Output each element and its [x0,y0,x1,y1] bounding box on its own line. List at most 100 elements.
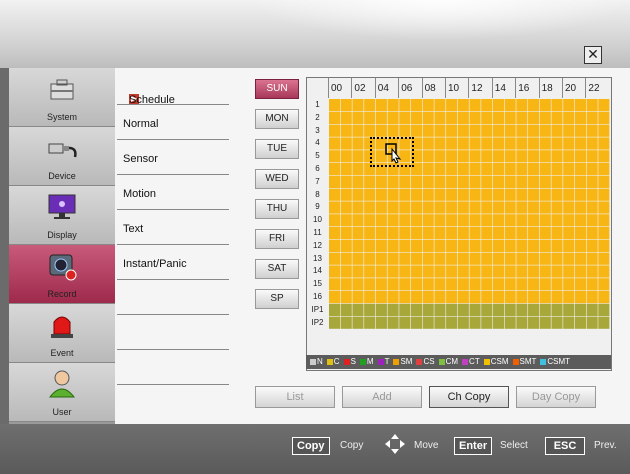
schedule-cell[interactable] [563,150,575,163]
schedule-cell[interactable] [434,124,446,137]
schedule-cell[interactable] [504,124,516,137]
schedule-cell[interactable] [492,265,505,278]
schedule-cell[interactable] [434,291,446,304]
schedule-cell[interactable] [504,227,516,240]
schedule-cell[interactable] [340,201,352,214]
schedule-cell[interactable] [352,150,364,163]
schedule-cell[interactable] [481,137,493,150]
schedule-cell[interactable] [481,201,493,214]
schedule-cell[interactable] [528,278,540,291]
nav-item-record[interactable]: Record [9,245,115,304]
schedule-cell[interactable] [528,316,540,329]
submenu-item-motion[interactable]: Motion [117,175,229,210]
nav-item-display[interactable]: Display [9,186,115,245]
schedule-cell[interactable] [492,278,505,291]
schedule-cell[interactable] [586,163,598,176]
schedule-cell[interactable] [598,303,610,316]
schedule-cell[interactable] [410,124,423,137]
schedule-cell[interactable] [528,265,540,278]
schedule-cell[interactable] [504,163,516,176]
schedule-cell[interactable] [551,163,563,176]
schedule-cell[interactable] [364,252,376,265]
schedule-cell[interactable] [410,303,423,316]
schedule-cell[interactable] [329,265,341,278]
schedule-cell[interactable] [551,252,563,265]
schedule-cell[interactable] [364,188,376,201]
schedule-cell[interactable] [481,188,493,201]
schedule-cell[interactable] [492,227,505,240]
schedule-cell[interactable] [481,316,493,329]
schedule-cell[interactable] [364,316,376,329]
schedule-cell[interactable] [539,188,551,201]
schedule-cell[interactable] [574,150,586,163]
schedule-cell[interactable] [422,265,434,278]
schedule-cell[interactable] [492,239,505,252]
schedule-cell[interactable] [492,201,505,214]
day-button-thu[interactable]: THU [255,199,299,219]
schedule-cell[interactable] [539,163,551,176]
close-icon[interactable]: ✕ [584,46,602,64]
schedule-cell[interactable] [446,99,458,112]
schedule-cell[interactable] [574,99,586,112]
schedule-cell[interactable] [551,278,563,291]
schedule-cell[interactable] [410,201,423,214]
schedule-cell[interactable] [598,291,610,304]
schedule-cell[interactable] [410,227,423,240]
schedule-cell[interactable] [586,214,598,227]
schedule-cell[interactable] [340,214,352,227]
schedule-cell[interactable] [457,188,469,201]
schedule-cell[interactable] [446,278,458,291]
day-button-wed[interactable]: WED [255,169,299,189]
nav-item-device[interactable]: Device [9,127,115,186]
schedule-cell[interactable] [387,239,399,252]
schedule-cell[interactable] [516,239,528,252]
schedule-cell[interactable] [528,291,540,304]
schedule-cell[interactable] [329,316,341,329]
schedule-cell[interactable] [563,188,575,201]
schedule-cell[interactable] [492,214,505,227]
day-copy-button[interactable]: Day Copy [516,386,596,408]
nav-item-system[interactable]: System [9,68,115,127]
schedule-cell[interactable] [352,239,364,252]
schedule-cell[interactable] [481,291,493,304]
schedule-cell[interactable] [387,111,399,124]
schedule-cell[interactable] [457,99,469,112]
schedule-cell[interactable] [469,239,481,252]
schedule-cell[interactable] [410,265,423,278]
schedule-cell[interactable] [563,303,575,316]
schedule-cell[interactable] [434,265,446,278]
schedule-cell[interactable] [481,252,493,265]
schedule-cell[interactable] [399,124,411,137]
schedule-cell[interactable] [586,175,598,188]
schedule-cell[interactable] [422,150,434,163]
schedule-cell[interactable] [598,201,610,214]
schedule-cell[interactable] [340,316,352,329]
schedule-cell[interactable] [352,278,364,291]
schedule-cell[interactable] [539,303,551,316]
schedule-cell[interactable] [551,150,563,163]
schedule-cell[interactable] [469,201,481,214]
schedule-cell[interactable] [551,175,563,188]
schedule-cell[interactable] [422,252,434,265]
schedule-cell[interactable] [446,175,458,188]
schedule-cell[interactable] [446,150,458,163]
schedule-cell[interactable] [528,252,540,265]
schedule-cell[interactable] [551,227,563,240]
submenu-item-schedule[interactable]: ▶ Schedule [117,72,229,106]
schedule-cell[interactable] [434,227,446,240]
schedule-cell[interactable] [504,99,516,112]
day-button-sp[interactable]: SP [255,289,299,309]
schedule-cell[interactable] [574,188,586,201]
schedule-cell[interactable] [539,227,551,240]
schedule-cell[interactable] [410,214,423,227]
schedule-cell[interactable] [352,316,364,329]
schedule-cell[interactable] [329,214,341,227]
schedule-cell[interactable] [329,124,341,137]
schedule-cell[interactable] [528,175,540,188]
day-button-sun[interactable]: SUN [255,79,299,99]
schedule-cell[interactable] [399,111,411,124]
schedule-cell[interactable] [422,99,434,112]
schedule-cell[interactable] [528,150,540,163]
schedule-cell[interactable] [387,188,399,201]
schedule-cell[interactable] [586,265,598,278]
